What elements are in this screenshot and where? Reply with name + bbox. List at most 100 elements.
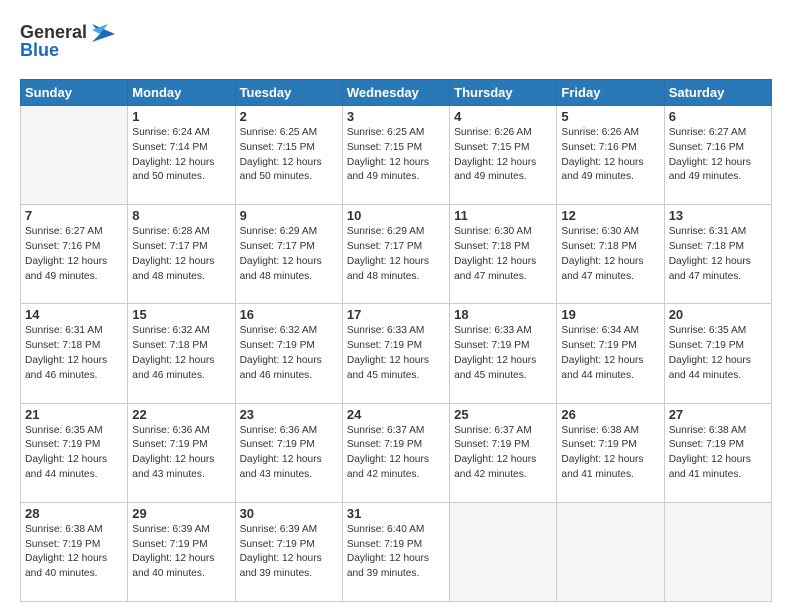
day-header-sunday: Sunday [21,80,128,106]
day-info: Sunrise: 6:30 AMSunset: 7:18 PMDaylight:… [561,225,659,284]
calendar-cell: 29 Sunrise: 6:39 AMSunset: 7:19 PMDayligh… [128,502,235,601]
day-number: 23 [240,407,338,422]
calendar-cell: 31 Sunrise: 6:40 AMSunset: 7:19 PMDayligh… [342,502,449,601]
day-number: 22 [132,407,230,422]
day-number: 28 [25,506,123,521]
calendar-table: SundayMondayTuesdayWednesdayThursdayFrid… [20,79,772,602]
day-number: 2 [240,109,338,124]
day-info: Sunrise: 6:26 AMSunset: 7:15 PMDaylight:… [454,126,552,185]
day-info: Sunrise: 6:38 AMSunset: 7:19 PMDaylight:… [669,424,767,483]
logo-text: General Blue [20,16,115,71]
calendar-cell: 25 Sunrise: 6:37 AMSunset: 7:19 PMDayligh… [450,403,557,502]
day-info: Sunrise: 6:29 AMSunset: 7:17 PMDaylight:… [240,225,338,284]
calendar-cell: 19Sunrise: 6:34 AMSunset: 7:19 PMDayligh… [557,304,664,403]
day-header-wednesday: Wednesday [342,80,449,106]
svg-text:General: General [20,22,87,42]
day-info: Sunrise: 6:36 AMSunset: 7:19 PMDaylight:… [240,424,338,483]
day-number: 16 [240,307,338,322]
day-number: 15 [132,307,230,322]
day-header-saturday: Saturday [664,80,771,106]
day-number: 1 [132,109,230,124]
calendar-week-row: 21 Sunrise: 6:35 AMSunset: 7:19 PMDayligh… [21,403,772,502]
calendar-cell: 28 Sunrise: 6:38 AMSunset: 7:19 PMDayligh… [21,502,128,601]
day-info: Sunrise: 6:26 AMSunset: 7:16 PMDaylight:… [561,126,659,185]
day-number: 10 [347,208,445,223]
day-number: 29 [132,506,230,521]
day-number: 13 [669,208,767,223]
day-info: Sunrise: 6:30 AMSunset: 7:18 PMDaylight:… [454,225,552,284]
day-number: 25 [454,407,552,422]
calendar-cell: 5Sunrise: 6:26 AMSunset: 7:16 PMDaylight… [557,106,664,205]
calendar-cell: 24 Sunrise: 6:37 AMSunset: 7:19 PMDayligh… [342,403,449,502]
day-number: 18 [454,307,552,322]
day-number: 21 [25,407,123,422]
day-info: Sunrise: 6:37 AMSunset: 7:19 PMDaylight:… [454,424,552,483]
day-number: 30 [240,506,338,521]
calendar-week-row: 7 Sunrise: 6:27 AMSunset: 7:16 PMDaylight… [21,205,772,304]
day-info: Sunrise: 6:36 AMSunset: 7:19 PMDaylight:… [132,424,230,483]
day-number: 7 [25,208,123,223]
calendar-week-row: 28 Sunrise: 6:38 AMSunset: 7:19 PMDayligh… [21,502,772,601]
day-info: Sunrise: 6:24 AMSunset: 7:14 PMDaylight:… [132,126,230,185]
day-number: 6 [669,109,767,124]
calendar-cell [450,502,557,601]
day-number: 27 [669,407,767,422]
day-info: Sunrise: 6:38 AMSunset: 7:19 PMDaylight:… [25,523,123,582]
day-info: Sunrise: 6:37 AMSunset: 7:19 PMDaylight:… [347,424,445,483]
day-info: Sunrise: 6:40 AMSunset: 7:19 PMDaylight:… [347,523,445,582]
calendar-cell: 16 Sunrise: 6:32 AMSunset: 7:19 PMDayligh… [235,304,342,403]
calendar-cell: 12 Sunrise: 6:30 AMSunset: 7:18 PMDayligh… [557,205,664,304]
calendar-cell: 27 Sunrise: 6:38 AMSunset: 7:19 PMDayligh… [664,403,771,502]
day-number: 17 [347,307,445,322]
day-info: Sunrise: 6:27 AMSunset: 7:16 PMDaylight:… [25,225,123,284]
day-number: 26 [561,407,659,422]
calendar-cell: 1 Sunrise: 6:24 AMSunset: 7:14 PMDaylight… [128,106,235,205]
day-number: 8 [132,208,230,223]
calendar-cell: 21 Sunrise: 6:35 AMSunset: 7:19 PMDayligh… [21,403,128,502]
day-number: 4 [454,109,552,124]
day-info: Sunrise: 6:38 AMSunset: 7:19 PMDaylight:… [561,424,659,483]
calendar-week-row: 14 Sunrise: 6:31 AMSunset: 7:18 PMDayligh… [21,304,772,403]
header: General Blue [20,16,772,71]
day-info: Sunrise: 6:31 AMSunset: 7:18 PMDaylight:… [669,225,767,284]
calendar-cell: 14 Sunrise: 6:31 AMSunset: 7:18 PMDayligh… [21,304,128,403]
day-number: 9 [240,208,338,223]
day-info: Sunrise: 6:35 AMSunset: 7:19 PMDaylight:… [25,424,123,483]
calendar-cell: 8Sunrise: 6:28 AMSunset: 7:17 PMDaylight… [128,205,235,304]
day-number: 12 [561,208,659,223]
calendar-cell [664,502,771,601]
day-header-tuesday: Tuesday [235,80,342,106]
day-info: Sunrise: 6:39 AMSunset: 7:19 PMDaylight:… [240,523,338,582]
calendar-cell: 4 Sunrise: 6:26 AMSunset: 7:15 PMDaylight… [450,106,557,205]
day-number: 31 [347,506,445,521]
page: General Blue SundayMondayTuesdayWednesda… [0,0,792,612]
calendar-cell: 22 Sunrise: 6:36 AMSunset: 7:19 PMDayligh… [128,403,235,502]
day-info: Sunrise: 6:32 AMSunset: 7:19 PMDaylight:… [240,324,338,383]
calendar-cell [21,106,128,205]
day-number: 14 [25,307,123,322]
day-info: Sunrise: 6:35 AMSunset: 7:19 PMDaylight:… [669,324,767,383]
day-number: 3 [347,109,445,124]
day-info: Sunrise: 6:33 AMSunset: 7:19 PMDaylight:… [454,324,552,383]
day-info: Sunrise: 6:31 AMSunset: 7:18 PMDaylight:… [25,324,123,383]
calendar-cell: 11Sunrise: 6:30 AMSunset: 7:18 PMDayligh… [450,205,557,304]
day-info: Sunrise: 6:34 AMSunset: 7:19 PMDaylight:… [561,324,659,383]
calendar-cell: 17Sunrise: 6:33 AMSunset: 7:19 PMDayligh… [342,304,449,403]
logo: General Blue [20,16,115,71]
calendar-cell: 9 Sunrise: 6:29 AMSunset: 7:17 PMDaylight… [235,205,342,304]
calendar-week-row: 1 Sunrise: 6:24 AMSunset: 7:14 PMDaylight… [21,106,772,205]
calendar-cell: 10Sunrise: 6:29 AMSunset: 7:17 PMDayligh… [342,205,449,304]
day-number: 24 [347,407,445,422]
day-header-monday: Monday [128,80,235,106]
svg-text:Blue: Blue [20,40,59,60]
day-info: Sunrise: 6:39 AMSunset: 7:19 PMDaylight:… [132,523,230,582]
calendar-cell: 30 Sunrise: 6:39 AMSunset: 7:19 PMDayligh… [235,502,342,601]
calendar-cell: 18 Sunrise: 6:33 AMSunset: 7:19 PMDayligh… [450,304,557,403]
day-info: Sunrise: 6:32 AMSunset: 7:18 PMDaylight:… [132,324,230,383]
calendar-cell: 26 Sunrise: 6:38 AMSunset: 7:19 PMDayligh… [557,403,664,502]
calendar-cell: 7 Sunrise: 6:27 AMSunset: 7:16 PMDaylight… [21,205,128,304]
calendar-cell: 2Sunrise: 6:25 AMSunset: 7:15 PMDaylight… [235,106,342,205]
calendar-cell [557,502,664,601]
day-header-friday: Friday [557,80,664,106]
day-header-thursday: Thursday [450,80,557,106]
